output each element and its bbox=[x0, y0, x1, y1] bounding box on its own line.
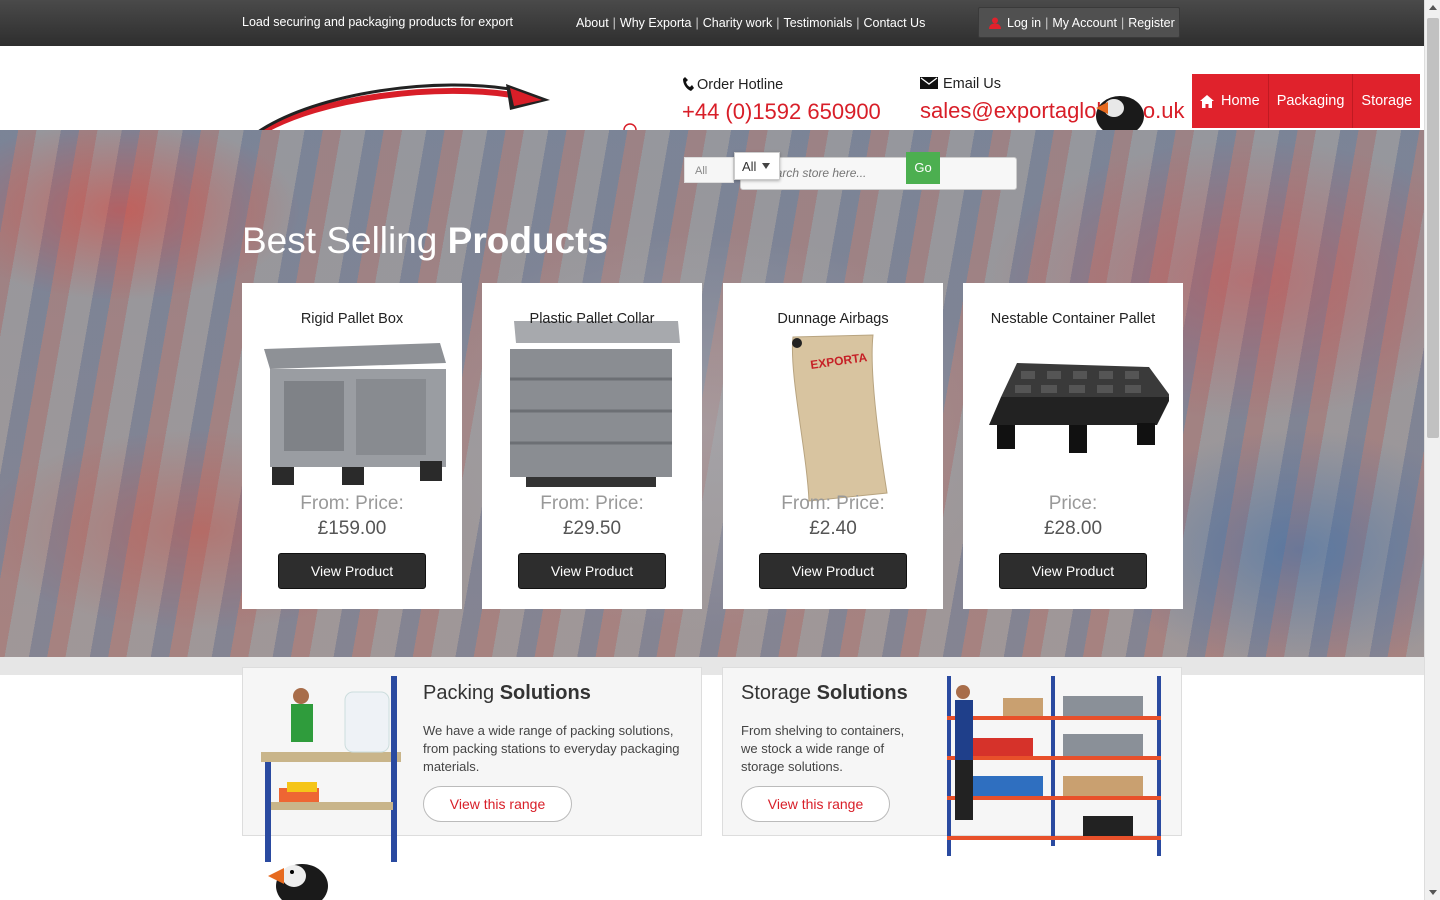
product-card: Nestable Container Pallet Price: £28.00 … bbox=[963, 283, 1183, 609]
plastic-pallet-collar-image[interactable] bbox=[496, 317, 688, 487]
separator: | bbox=[695, 16, 699, 30]
puffin-mascot-image bbox=[1096, 96, 1144, 130]
packing-solutions-title: Packing Solutions bbox=[423, 682, 591, 705]
nav-packaging[interactable]: Packaging bbox=[1269, 74, 1354, 128]
packing-solutions-panel: Packing Solutions We have a wide range o… bbox=[242, 667, 702, 862]
rigid-pallet-box-image[interactable] bbox=[256, 329, 448, 499]
storage-solutions-panel: Storage Solutions From shelving to conta… bbox=[722, 667, 1182, 856]
search-input[interactable] bbox=[761, 166, 901, 180]
title-light: Storage bbox=[741, 682, 812, 704]
search-box bbox=[740, 157, 1017, 190]
storage-solutions-text: From shelving to containers, we stock a … bbox=[741, 723, 905, 774]
nav-storage[interactable]: Storage bbox=[1353, 74, 1420, 128]
main-nav: Home Packaging Storage bbox=[1192, 74, 1421, 128]
hotline-number[interactable]: +44 (0)1592 650900 bbox=[682, 99, 881, 125]
separator: | bbox=[856, 16, 860, 30]
product-card: Dunnage Airbags EXPORTA From: Price: £2.… bbox=[723, 283, 943, 609]
top-links: About | Why Exporta | Charity work | Testimoni… bbox=[576, 16, 925, 30]
top-link-charity-work[interactable]: Charity work bbox=[703, 16, 772, 30]
storage-view-range-button[interactable]: View this range bbox=[741, 786, 890, 822]
section-divider bbox=[0, 657, 1424, 675]
view-product-button[interactable]: View Product bbox=[278, 553, 426, 589]
category-select-small[interactable]: All bbox=[684, 157, 734, 183]
register-link[interactable]: Register bbox=[1128, 16, 1175, 30]
scroll-up-icon[interactable] bbox=[1425, 0, 1440, 16]
user-icon bbox=[989, 17, 1001, 29]
storage-shelving-image[interactable] bbox=[933, 672, 1169, 860]
product-name[interactable]: Nestable Container Pallet bbox=[963, 311, 1183, 327]
scroll-down-icon[interactable] bbox=[1425, 884, 1440, 900]
storage-solutions-title: Storage Solutions bbox=[741, 682, 908, 705]
nestable-pallet-image[interactable] bbox=[977, 329, 1169, 499]
title-light: Packing bbox=[423, 682, 495, 704]
login-link[interactable]: Log in bbox=[1007, 16, 1041, 30]
chevron-down-icon bbox=[762, 163, 771, 169]
product-card: Rigid Pallet Box From: Price: £159.00 Vi… bbox=[242, 283, 462, 609]
category-select-value: All bbox=[742, 159, 757, 174]
packing-solutions-text: We have a wide range of packing solution… bbox=[423, 723, 680, 774]
top-link-why-exporta[interactable]: Why Exporta bbox=[620, 16, 692, 30]
product-card: Plastic Pallet Collar From: Price: £29.5… bbox=[482, 283, 702, 609]
separator: | bbox=[776, 16, 780, 30]
price-label: From: Price: bbox=[781, 493, 885, 514]
product-price: £159.00 bbox=[317, 518, 387, 539]
dunnage-airbag-image[interactable]: EXPORTA bbox=[737, 333, 929, 503]
product-name[interactable]: Dunnage Airbags bbox=[723, 311, 943, 327]
packing-view-range-button[interactable]: View this range bbox=[423, 786, 572, 822]
packing-station-image[interactable] bbox=[257, 672, 407, 872]
best-selling-title: Best Selling Products bbox=[242, 220, 608, 262]
title-bold: Products bbox=[447, 220, 609, 261]
home-icon bbox=[1200, 94, 1214, 108]
scrollbar-thumb[interactable] bbox=[1427, 18, 1439, 438]
account-box: Log in | My Account | Register bbox=[978, 7, 1180, 38]
price-label: From: Price: bbox=[540, 493, 644, 514]
email-label: Email Us bbox=[943, 76, 1002, 92]
view-product-button[interactable]: View Product bbox=[518, 553, 666, 589]
my-account-link[interactable]: My Account bbox=[1052, 16, 1117, 30]
title-bold: Solutions bbox=[816, 682, 908, 704]
top-link-testimonials[interactable]: Testimonials bbox=[783, 16, 852, 30]
title-bold: Solutions bbox=[499, 682, 591, 704]
product-name[interactable]: Rigid Pallet Box bbox=[242, 311, 462, 327]
top-link-about[interactable]: About bbox=[576, 16, 609, 30]
product-price: £28.00 bbox=[1043, 518, 1103, 539]
product-price: £2.40 bbox=[809, 518, 857, 539]
hotline-label: Order Hotline bbox=[697, 77, 784, 93]
nav-home-label: Home bbox=[1221, 93, 1260, 109]
phone-icon bbox=[683, 77, 694, 91]
separator: | bbox=[1120, 16, 1125, 30]
view-product-button[interactable]: View Product bbox=[759, 553, 907, 589]
price-label: From: Price: bbox=[300, 493, 404, 514]
separator: | bbox=[1045, 16, 1049, 30]
site-tagline: Load securing and packaging products for… bbox=[242, 15, 514, 29]
product-name[interactable]: Plastic Pallet Collar bbox=[482, 311, 702, 327]
page-scrollbar[interactable] bbox=[1424, 0, 1440, 900]
price-label: Price: bbox=[1048, 493, 1098, 514]
top-link-contact-us[interactable]: Contact Us bbox=[863, 16, 925, 30]
hero-banner: All All Go Best Selling Products Rigid P… bbox=[0, 130, 1424, 657]
logo-arrow[interactable] bbox=[258, 78, 638, 132]
view-product-button[interactable]: View Product bbox=[999, 553, 1147, 589]
category-select[interactable]: All bbox=[734, 152, 780, 180]
envelope-icon bbox=[920, 77, 938, 89]
separator: | bbox=[612, 16, 616, 30]
puffin-mascot-image bbox=[268, 864, 328, 900]
search-go-button[interactable]: Go bbox=[906, 152, 940, 184]
title-light: Best Selling bbox=[242, 220, 438, 261]
order-hotline: Order Hotline +44 (0)1592 650900 bbox=[682, 76, 881, 125]
product-price: £29.50 bbox=[562, 518, 622, 539]
nav-home[interactable]: Home bbox=[1192, 74, 1269, 128]
top-bar: Load securing and packaging products for… bbox=[0, 0, 1424, 46]
